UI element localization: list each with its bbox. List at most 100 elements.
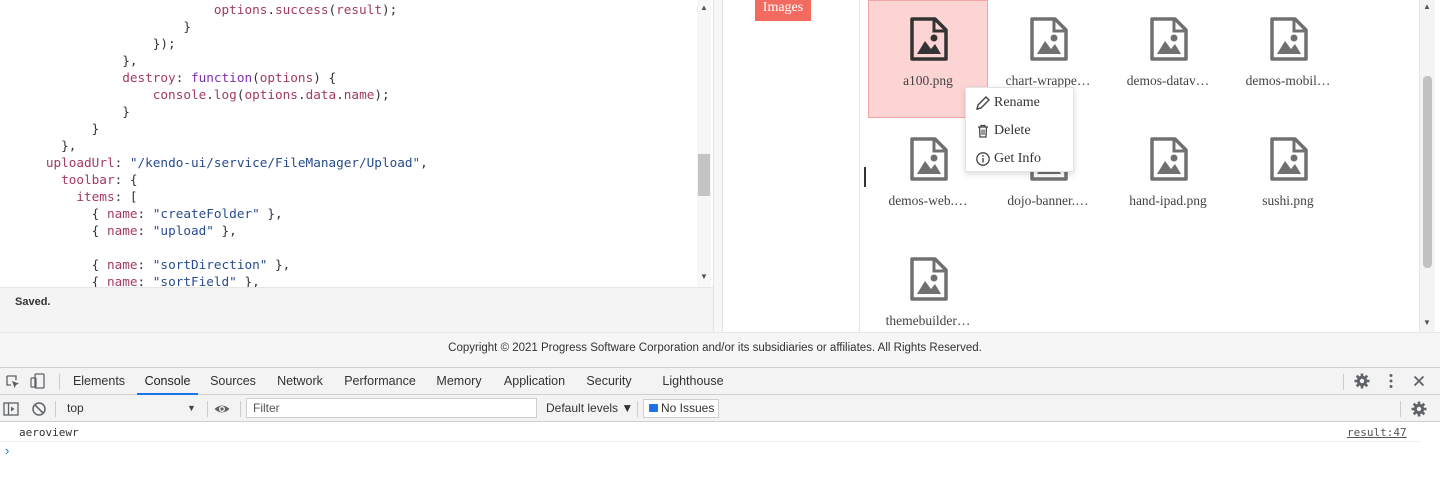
file-name: dojo-banner.… xyxy=(1007,193,1089,208)
code-token: options xyxy=(213,2,268,17)
code-token: . xyxy=(206,87,214,102)
code-token: options xyxy=(244,87,298,102)
code-editor[interactable]: options.success(result); } }); }, destro… xyxy=(0,0,713,287)
code-line: destroy: function(options) { xyxy=(0,69,428,86)
more-options-icon[interactable] xyxy=(1382,372,1400,390)
tab-security[interactable]: Security xyxy=(581,368,637,395)
menu-item-get-info[interactable]: Get Info xyxy=(966,145,1073,173)
folder-chip-images[interactable]: Images xyxy=(755,0,811,21)
code-token: toolbar xyxy=(61,172,115,187)
code-token: "sortField" xyxy=(152,274,237,287)
code-token: { xyxy=(0,274,107,287)
code-lines: options.success(result); } }); }, destro… xyxy=(0,1,428,287)
scroll-down-arrow-icon[interactable]: ▼ xyxy=(697,271,711,285)
code-line: } xyxy=(0,103,428,120)
tree-view-divider xyxy=(859,0,860,332)
scroll-up-arrow-icon[interactable]: ▲ xyxy=(1423,2,1431,11)
code-line: }); xyxy=(0,35,428,52)
tab-lighthouse[interactable]: Lighthouse xyxy=(655,368,731,395)
code-token: : [ xyxy=(114,189,138,204)
scroll-down-arrow-icon[interactable]: ▼ xyxy=(1423,318,1431,327)
toolbar-divider xyxy=(1400,401,1401,417)
menu-item-rename[interactable]: Rename xyxy=(966,89,1073,117)
log-levels-select[interactable]: Default levels ▼ xyxy=(546,399,633,418)
javascript-context-select[interactable]: top xyxy=(60,399,203,418)
code-token: success xyxy=(275,2,329,17)
code-token: . xyxy=(267,2,276,17)
pane-resize-handle[interactable] xyxy=(864,167,866,187)
code-line: uploadUrl: "/kendo-ui/service/FileManage… xyxy=(0,154,428,171)
console-filter-input[interactable] xyxy=(246,398,537,418)
clear-console-icon[interactable] xyxy=(30,400,48,418)
code-token: name xyxy=(106,257,138,272)
image-file-icon xyxy=(1270,137,1308,181)
code-line: }, xyxy=(0,137,428,154)
code-line: options.success(result); xyxy=(0,1,428,18)
code-token: : xyxy=(114,155,130,170)
tab-application[interactable]: Application xyxy=(497,368,572,395)
dropdown-caret-icon[interactable]: ▼ xyxy=(187,399,196,418)
image-file-icon xyxy=(910,17,948,61)
toolbar-divider xyxy=(637,401,638,417)
close-icon[interactable] xyxy=(1410,372,1428,390)
image-file-icon xyxy=(910,257,948,301)
code-token: ); xyxy=(374,87,390,102)
file-item[interactable]: demos-mobil… xyxy=(1228,0,1348,118)
inspect-element-icon[interactable] xyxy=(4,373,22,391)
code-token: name xyxy=(106,274,138,287)
image-file-icon xyxy=(910,137,948,181)
file-grid-scroll-thumb[interactable] xyxy=(1423,76,1432,268)
page-footer: Copyright © 2021 Progress Software Corpo… xyxy=(0,332,1440,367)
device-toolbar-icon[interactable] xyxy=(29,372,47,390)
code-token: ( xyxy=(252,70,260,85)
code-token: name xyxy=(343,87,375,102)
file-item[interactable]: themebuilder… xyxy=(868,240,988,332)
code-token: }, xyxy=(0,138,77,153)
file-name: sushi.png xyxy=(1262,193,1314,208)
code-token: , xyxy=(420,155,428,170)
code-token: }, xyxy=(236,274,260,287)
tab-sources[interactable]: Sources xyxy=(204,368,262,395)
toolbar-divider xyxy=(240,401,241,417)
scroll-up-arrow-icon[interactable]: ▲ xyxy=(697,0,711,14)
code-token: }); xyxy=(0,36,176,51)
tab-performance[interactable]: Performance xyxy=(339,368,421,395)
console-message-source-link[interactable]: result:47 xyxy=(1347,426,1407,439)
console-prompt-chevron-icon[interactable]: › xyxy=(5,443,9,458)
file-name: demos-datav… xyxy=(1126,73,1210,88)
tab-network[interactable]: Network xyxy=(270,368,330,395)
show-sidebar-icon[interactable] xyxy=(2,400,20,418)
code-token: options xyxy=(259,70,314,85)
console-settings-gear-icon[interactable] xyxy=(1410,400,1428,418)
pencil-icon xyxy=(976,96,990,110)
issues-message-icon xyxy=(649,404,658,412)
code-token: . xyxy=(336,87,344,102)
code-token: "upload" xyxy=(152,223,214,238)
code-scroll-thumb[interactable] xyxy=(698,154,710,196)
toolbar-divider xyxy=(55,401,56,417)
file-item[interactable]: sushi.png xyxy=(1228,120,1348,238)
code-token: { xyxy=(0,257,107,272)
issues-button[interactable]: No Issues xyxy=(643,399,719,418)
code-token: : xyxy=(137,223,153,238)
gear-icon[interactable] xyxy=(1353,372,1371,390)
file-grid-scrollbar[interactable]: ▲ ▼ xyxy=(1419,0,1435,332)
code-token: name xyxy=(106,223,138,238)
file-item[interactable]: hand-ipad.png xyxy=(1108,120,1228,238)
code-token: : xyxy=(137,274,153,287)
menu-item-label: Rename xyxy=(994,95,1040,110)
tab-console[interactable]: Console xyxy=(137,368,198,395)
code-token: { xyxy=(0,206,107,221)
file-item[interactable]: demos-datav… xyxy=(1108,0,1228,118)
copyright-text: Copyright © 2021 Progress Software Corpo… xyxy=(448,342,982,354)
code-token: ); xyxy=(381,2,398,17)
tab-memory[interactable]: Memory xyxy=(430,368,488,395)
code-scrollbar[interactable]: ▲ ▼ xyxy=(697,0,711,287)
live-expression-eye-icon[interactable] xyxy=(213,400,231,418)
menu-item-delete[interactable]: Delete xyxy=(966,117,1073,145)
tab-elements[interactable]: Elements xyxy=(67,368,131,395)
code-line: { name: "sortDirection" }, xyxy=(0,256,428,273)
code-token: : { xyxy=(114,172,138,187)
pane-splitter[interactable] xyxy=(713,0,723,332)
